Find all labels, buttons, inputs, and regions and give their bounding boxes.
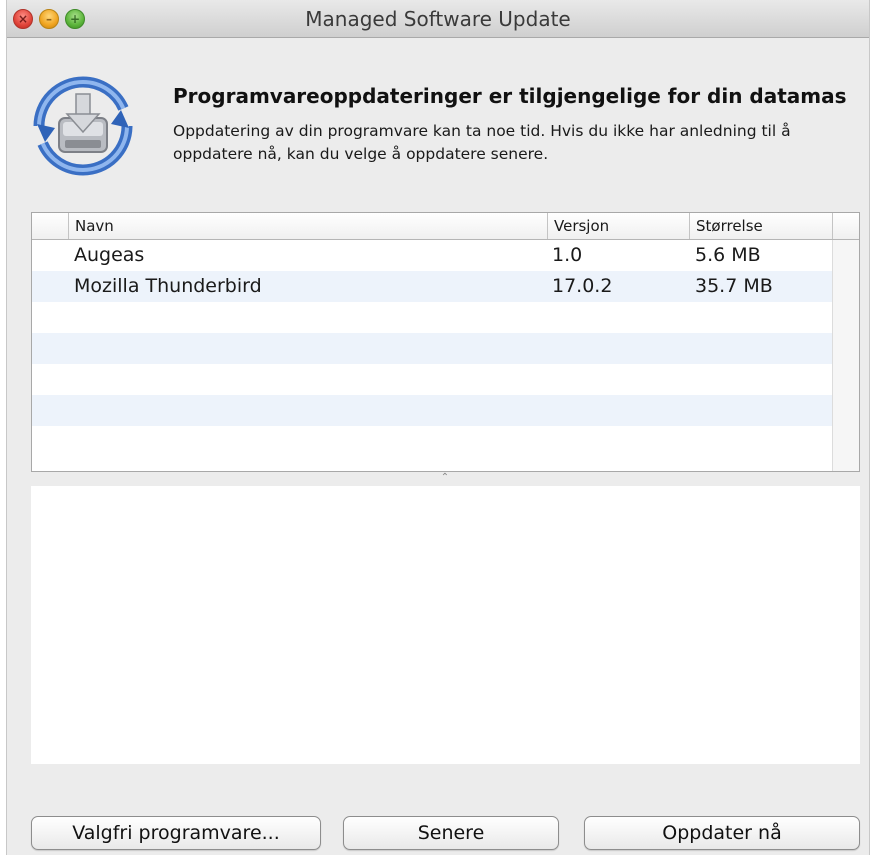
table-header: Navn Versjon Størrelse [32, 213, 859, 240]
headline: Programvareoppdateringer er tilgjengelig… [173, 84, 847, 108]
window-title: Managed Software Update [305, 7, 571, 31]
table-scrollbar[interactable] [832, 240, 859, 471]
later-button[interactable]: Senere [343, 816, 559, 850]
optional-software-button[interactable]: Valgfri programvare... [31, 816, 321, 850]
column-header-name[interactable]: Navn [68, 213, 547, 239]
title-bar[interactable]: × – + Managed Software Update [7, 0, 869, 38]
software-update-icon [33, 76, 133, 176]
cell-size: 35.7 MB [695, 275, 773, 297]
table-row[interactable]: Mozilla Thunderbird 17.0.2 35.7 MB [32, 271, 832, 302]
table-row-empty [32, 395, 832, 426]
column-header-spacer [832, 213, 859, 239]
table-body: Augeas 1.0 5.6 MB Mozilla Thunderbird 17… [32, 240, 832, 457]
window: × – + Managed Software Update Programvar… [6, 0, 870, 855]
split-view-handle[interactable]: ⌃ [439, 472, 451, 484]
cell-name: Mozilla Thunderbird [74, 275, 262, 297]
cell-name: Augeas [74, 244, 145, 266]
table-row-empty [32, 364, 832, 395]
table-row-empty [32, 302, 832, 333]
details-pane [31, 486, 860, 764]
updates-table[interactable]: Navn Versjon Størrelse Augeas 1.0 5.6 MB… [31, 212, 860, 472]
column-header-version[interactable]: Versjon [547, 213, 689, 239]
update-now-button[interactable]: Oppdater nå [584, 816, 860, 850]
cell-version: 17.0.2 [552, 275, 613, 297]
cell-version: 1.0 [552, 244, 583, 266]
description-text: Oppdatering av din programvare kan ta no… [173, 122, 791, 163]
table-row[interactable]: Augeas 1.0 5.6 MB [32, 240, 832, 271]
table-row-empty [32, 426, 832, 457]
column-header-size[interactable]: Størrelse [689, 213, 832, 239]
cell-size: 5.6 MB [695, 244, 761, 266]
table-row-empty [32, 333, 832, 364]
